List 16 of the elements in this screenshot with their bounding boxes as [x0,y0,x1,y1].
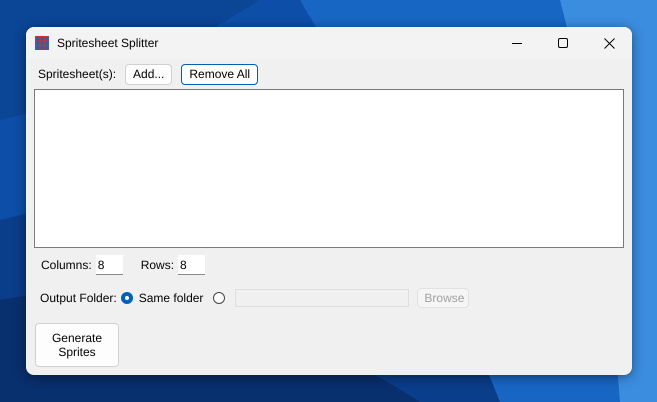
columns-label: Columns: [41,258,92,272]
rows-label: Rows: [140,258,174,272]
close-icon[interactable] [604,38,614,48]
generate-sprites-button[interactable]: Generate Sprites [35,323,119,367]
grid-icon [35,36,49,50]
same-folder-label: Same folder [138,291,204,305]
maximize-icon[interactable] [558,38,568,48]
remove-all-button[interactable]: Remove All [181,64,258,84]
spritesheets-label: Spritesheet(s): [38,67,116,81]
add-button[interactable]: Add... [125,64,172,84]
columns-field[interactable]: 8 [96,255,123,275]
window-title: Spritesheet Splitter [57,36,160,50]
output-folder-label: Output Folder: [40,291,117,305]
rows-field[interactable]: 8 [178,255,206,275]
radio-button[interactable] [213,292,226,304]
radio-button[interactable] [120,292,133,304]
